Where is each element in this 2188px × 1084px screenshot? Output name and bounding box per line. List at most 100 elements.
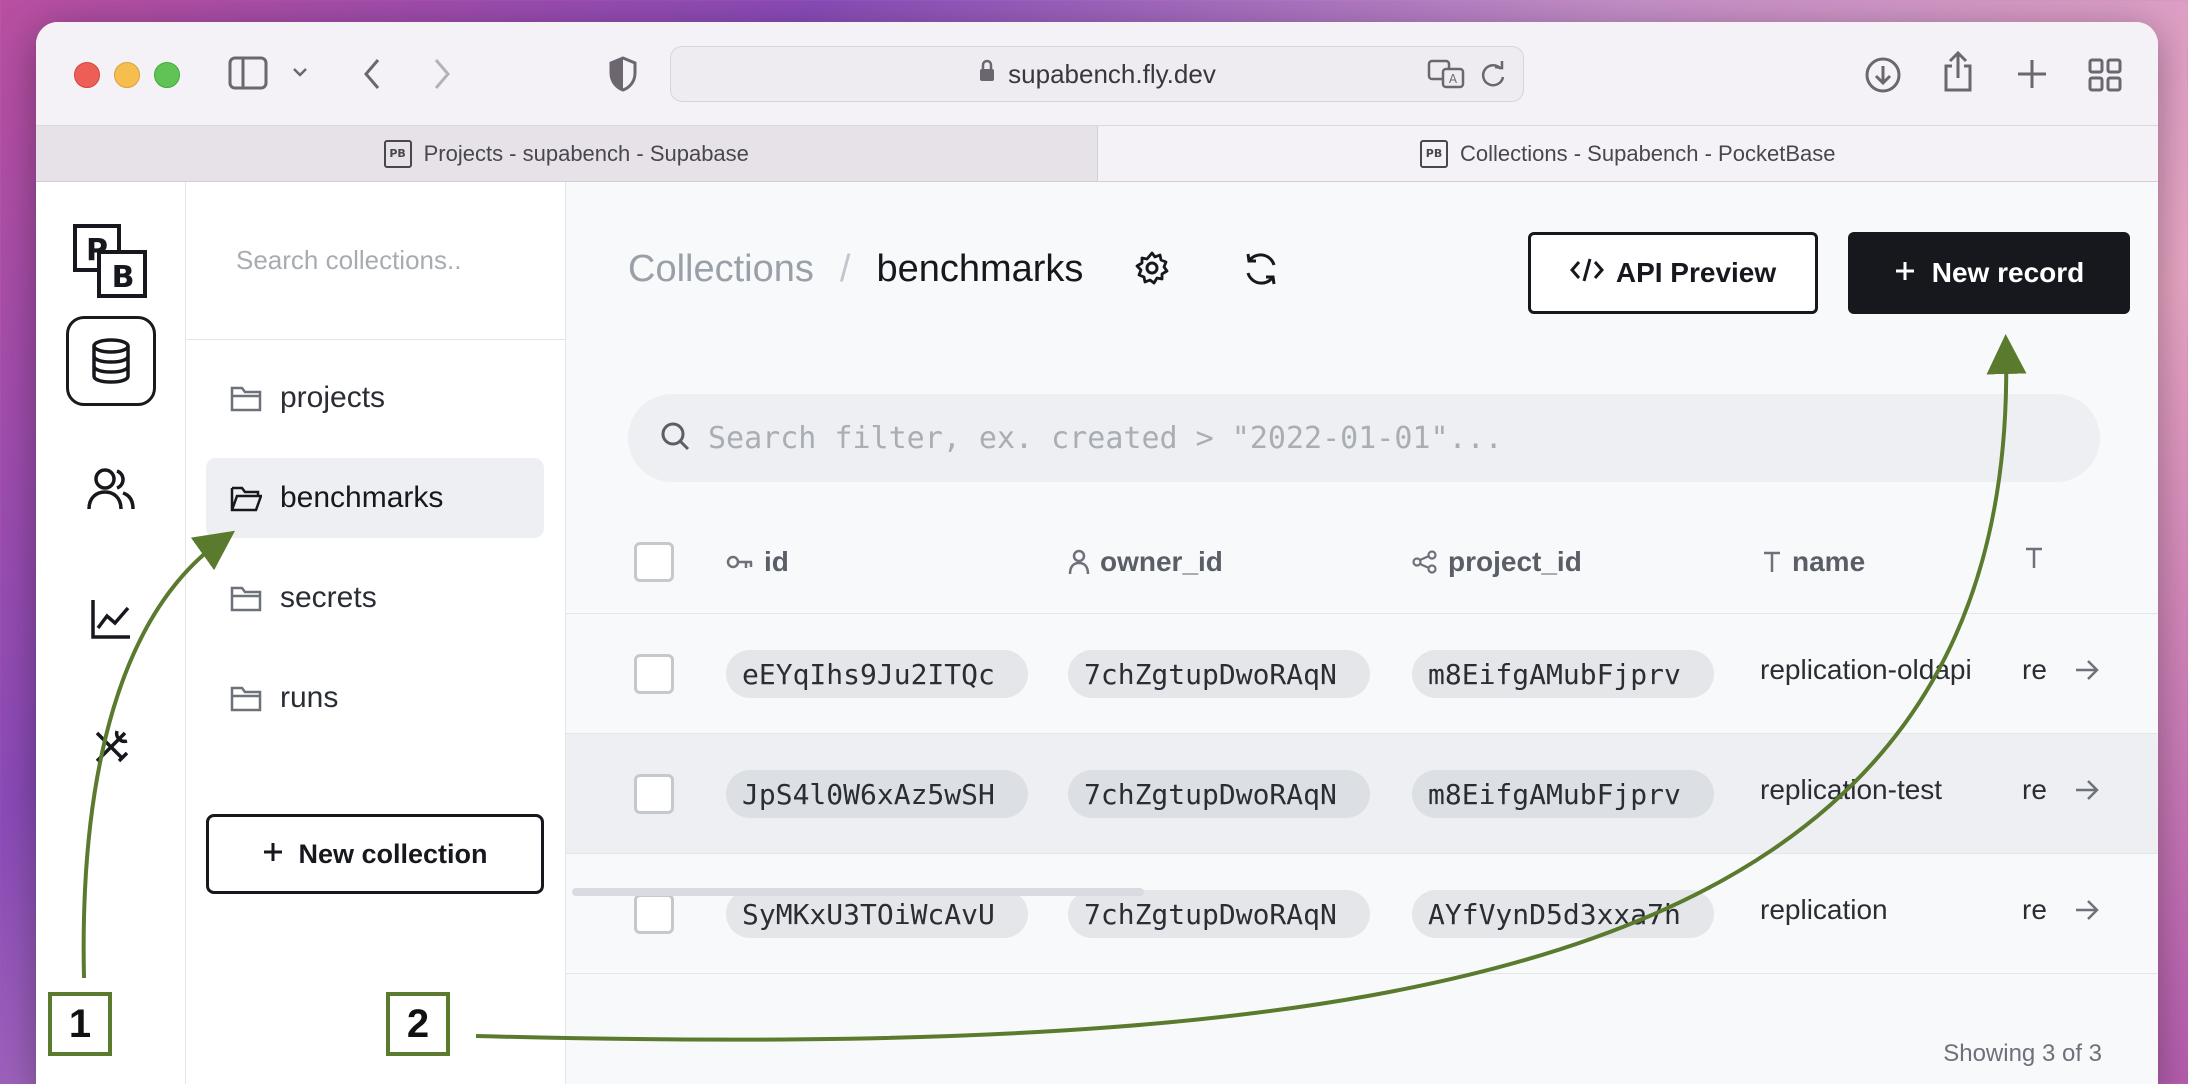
column-id[interactable]: id <box>726 546 789 578</box>
new-collection-button[interactable]: New collection <box>206 814 544 894</box>
arrow-right-icon[interactable] <box>2074 658 2100 682</box>
annotation-marker-2: 2 <box>386 992 450 1056</box>
reload-icon[interactable] <box>1479 59 1507 96</box>
column-extra[interactable] <box>2024 546 2054 570</box>
search-collections-input[interactable] <box>236 245 536 276</box>
chart-line-icon <box>91 600 130 639</box>
pocketbase-app: P B Search collections.. projects benchm… <box>36 182 2158 1084</box>
row-checkbox[interactable] <box>634 774 674 814</box>
record-extra: re <box>2022 774 2047 805</box>
new-tab-plus-icon[interactable] <box>2016 58 2048 90</box>
users-icon <box>87 468 135 510</box>
new-record-button[interactable]: New record <box>1848 232 2130 314</box>
minimize-window-button[interactable] <box>114 62 140 88</box>
row-checkbox[interactable] <box>634 654 674 694</box>
record-project-id[interactable]: AYfVynD5d3xxa7h <box>1412 890 1714 938</box>
collections-sidebar: projects benchmarks secrets runs <box>186 182 566 1084</box>
pocketbase-logo[interactable]: P B <box>71 222 149 300</box>
share-icon[interactable] <box>1942 50 1974 94</box>
row-checkbox[interactable] <box>634 894 674 934</box>
back-icon[interactable] <box>360 56 384 92</box>
arrow-right-icon[interactable] <box>2074 778 2100 802</box>
collection-label: runs <box>280 681 339 714</box>
horizontal-scrollbar[interactable] <box>572 888 1144 896</box>
collection-label: projects <box>280 381 386 414</box>
record-owner-id[interactable]: 7chZgtupDwoRAqN <box>1068 770 1370 818</box>
annotation-marker-1: 1 <box>48 992 112 1056</box>
url-text: supabench.fly.dev <box>1008 58 1216 89</box>
sidebar-item-benchmarks[interactable]: benchmarks <box>206 458 544 538</box>
plus-icon <box>1894 257 1916 289</box>
collections-search <box>186 182 565 340</box>
search-filter-input[interactable] <box>708 420 2008 456</box>
users-nav-button[interactable] <box>66 444 156 534</box>
sidebar-item-secrets[interactable]: secrets <box>206 558 544 638</box>
record-extra: re <box>2022 654 2047 685</box>
record-id[interactable]: SyMKxU3TOiWcAvU <box>726 890 1028 938</box>
refresh-icon[interactable] <box>1242 250 1280 288</box>
column-label: owner_id <box>1100 546 1223 577</box>
svg-text:A: A <box>1449 72 1458 86</box>
logs-nav-button[interactable] <box>66 574 156 664</box>
folder-icon <box>230 584 262 612</box>
chevron-down-icon[interactable] <box>292 66 308 78</box>
relation-icon <box>1412 550 1438 574</box>
column-project-id[interactable]: project_id <box>1412 546 1582 578</box>
tools-icon <box>95 730 129 763</box>
record-id[interactable]: JpS4l0W6xAz5wSH <box>726 770 1028 818</box>
record-extra: re <box>2022 894 2047 925</box>
lock-icon <box>978 59 996 90</box>
api-preview-label: API Preview <box>1615 257 1777 288</box>
tab-overview-icon[interactable] <box>2088 58 2122 92</box>
settings-nav-button[interactable] <box>66 702 156 792</box>
user-icon <box>1068 549 1090 575</box>
folder-open-icon <box>230 484 262 512</box>
folder-icon <box>230 684 262 712</box>
table-row[interactable]: eEYqIhs9Ju2ITQc 7chZgtupDwoRAqN m8EifgAM… <box>566 614 2158 734</box>
browser-window: supabench.fly.dev A PB Projects - supabe… <box>36 22 2158 1084</box>
api-preview-button[interactable]: API Preview <box>1528 232 1818 314</box>
tab-supabase-projects[interactable]: PB Projects - supabench - Supabase <box>36 126 1097 181</box>
table-row[interactable]: SyMKxU3TOiWcAvU 7chZgtupDwoRAqN AYfVynD5… <box>566 854 2158 974</box>
record-owner-id[interactable]: 7chZgtupDwoRAqN <box>1068 890 1370 938</box>
browser-tabs: PB Projects - supabench - Supabase PB Co… <box>36 126 2158 182</box>
download-icon[interactable] <box>1864 56 1902 94</box>
zoom-window-button[interactable] <box>154 62 180 88</box>
select-all-checkbox[interactable] <box>634 542 674 582</box>
breadcrumb-collections[interactable]: Collections <box>628 248 814 291</box>
code-icon <box>1569 257 1604 290</box>
record-name: replication-test <box>1760 774 1943 805</box>
logo-letter-p: P <box>86 233 108 268</box>
collections-nav-button[interactable] <box>66 316 156 406</box>
address-bar[interactable]: supabench.fly.dev A <box>670 46 1524 102</box>
record-id[interactable]: eEYqIhs9Ju2ITQc <box>726 650 1028 698</box>
privacy-shield-icon[interactable] <box>608 56 638 92</box>
page-title: benchmarks <box>876 248 1084 290</box>
collection-settings-gear-icon[interactable] <box>1134 250 1170 286</box>
records-count: Showing 3 of 3 <box>1943 1040 2102 1067</box>
key-icon <box>726 553 754 571</box>
translate-icon[interactable]: A <box>1427 59 1465 96</box>
forward-icon[interactable] <box>430 56 454 92</box>
arrow-right-icon[interactable] <box>2074 898 2100 922</box>
text-type-icon <box>2024 546 2044 570</box>
sidebar-toggle-icon[interactable] <box>228 56 268 90</box>
record-owner-id[interactable]: 7chZgtupDwoRAqN <box>1068 650 1370 698</box>
sidebar-item-projects[interactable]: projects <box>206 358 544 438</box>
column-label: name <box>1792 546 1866 577</box>
record-project-id[interactable]: m8EifgAMubFjprv <box>1412 650 1714 698</box>
column-owner-id[interactable]: owner_id <box>1068 546 1223 578</box>
column-label: id <box>764 546 789 577</box>
column-name[interactable]: name <box>1762 546 1865 578</box>
tab-pocketbase-collections[interactable]: PB Collections - Supabench - PocketBase <box>1096 126 2158 181</box>
pocketbase-favicon-icon: PB <box>383 139 412 168</box>
new-record-label: New record <box>1931 257 2085 288</box>
records-panel: Collections / benchmarks API Preview New… <box>566 182 2158 1084</box>
record-project-id[interactable]: m8EifgAMubFjprv <box>1412 770 1714 818</box>
close-window-button[interactable] <box>74 62 100 88</box>
table-row[interactable]: JpS4l0W6xAz5wSH 7chZgtupDwoRAqN m8EifgAM… <box>566 734 2158 854</box>
breadcrumb-separator: / <box>839 248 851 290</box>
collection-label: secrets <box>280 581 377 614</box>
column-label: project_id <box>1448 546 1582 577</box>
sidebar-item-runs[interactable]: runs <box>206 658 544 738</box>
